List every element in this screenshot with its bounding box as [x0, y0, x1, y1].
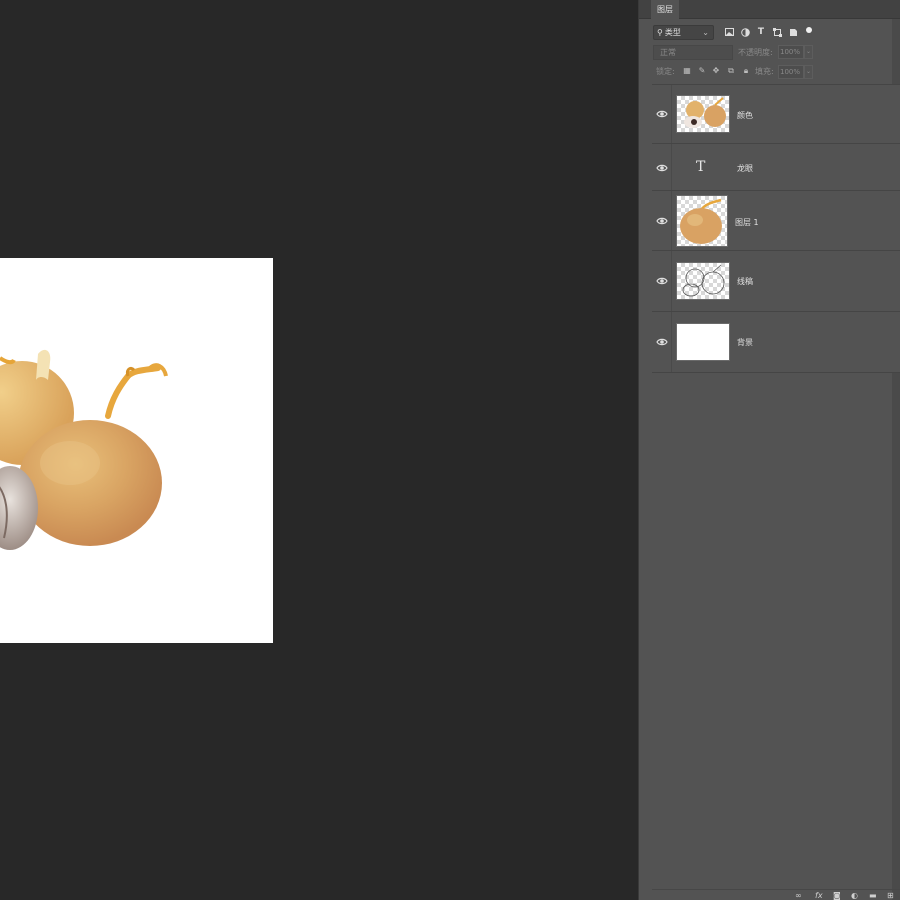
mask-icon[interactable]: ◙ — [833, 891, 841, 900]
opacity-dropdown-button[interactable]: ⌄ — [804, 45, 813, 59]
chevron-down-icon: ⌄ — [702, 28, 709, 37]
fill-dropdown-button[interactable]: ⌄ — [804, 65, 813, 79]
lock-artboard-icon[interactable]: ⧉ — [726, 66, 736, 76]
layer-thumbnail — [676, 95, 730, 133]
layer-row-lineart[interactable]: 线稿 — [652, 251, 900, 312]
opacity-label: 不透明度: — [738, 48, 773, 57]
layer-row-background[interactable]: 背景 — [652, 312, 900, 373]
tab-layers[interactable]: 图层 — [651, 0, 679, 19]
visibility-divider — [671, 251, 672, 311]
blend-mode-select[interactable]: 正常 — [653, 45, 733, 60]
canvas-workspace[interactable] — [0, 0, 638, 900]
fill-label: 填充: — [755, 67, 774, 76]
longan-artwork — [0, 349, 168, 550]
layer-name[interactable]: 龙眼 — [737, 163, 753, 174]
layer-name[interactable]: 图层 1 — [735, 217, 759, 228]
type-layer-icon: T — [696, 159, 706, 175]
document-canvas[interactable] — [0, 258, 273, 643]
new-layer-icon[interactable]: ⊞ — [887, 891, 894, 900]
layers-panel: 图层 ⚲ 类型 ⌄ T 正常 不透明度: 100% ⌄ 锁定: ▦ ✎ ✥ ⧉ — [638, 0, 900, 900]
adjustment-filter-icon[interactable] — [739, 26, 751, 38]
layer-row-layer1[interactable]: 图层 1 — [652, 191, 900, 251]
layer-thumbnail — [676, 195, 728, 247]
lock-label: 锁定: — [656, 67, 675, 76]
eye-icon[interactable] — [656, 337, 668, 347]
layer-row-type[interactable]: T 龙眼 — [652, 144, 900, 191]
image-filter-icon[interactable] — [723, 26, 735, 38]
layers-list: 颜色 T 龙眼 图层 1 线稿 背景 — [652, 84, 900, 373]
filter-kind-value: 类型 — [664, 28, 681, 37]
visibility-divider — [671, 144, 672, 190]
visibility-divider — [671, 191, 672, 250]
eye-icon[interactable] — [656, 216, 668, 226]
search-icon: ⚲ — [657, 28, 663, 37]
filter-kind-select[interactable]: ⚲ 类型 ⌄ — [653, 25, 714, 40]
smart-object-filter-icon[interactable] — [787, 26, 799, 38]
lock-image-pixels-icon[interactable]: ✎ — [697, 66, 707, 76]
toggle-filter-icon[interactable] — [803, 24, 815, 36]
type-filter-icon[interactable]: T — [755, 26, 767, 38]
layer-thumbnail — [676, 262, 730, 300]
adjustment-icon[interactable]: ◐ — [851, 891, 858, 900]
fill-input[interactable]: 100% — [778, 65, 804, 79]
layer-row-color[interactable]: 颜色 — [652, 85, 900, 144]
eye-icon[interactable] — [656, 276, 668, 286]
link-layers-icon[interactable]: ∞ — [795, 891, 802, 900]
fx-icon[interactable]: fx — [815, 891, 823, 900]
visibility-divider — [671, 85, 672, 143]
layer-name[interactable]: 背景 — [737, 337, 753, 348]
layer-name[interactable]: 颜色 — [737, 110, 753, 121]
panel-tab-bar: 图层 — [639, 0, 900, 19]
layer-name[interactable]: 线稿 — [737, 276, 753, 287]
layers-panel-footer: ∞ fx ◙ ◐ ▬ ⊞ — [652, 889, 900, 900]
lock-all-icon[interactable]: 🔒︎ — [741, 66, 751, 76]
visibility-divider — [671, 312, 672, 372]
eye-icon[interactable] — [656, 109, 668, 119]
layer-thumbnail — [676, 323, 730, 361]
group-folder-icon[interactable]: ▬ — [869, 891, 877, 900]
shape-filter-icon[interactable] — [771, 26, 783, 38]
eye-icon[interactable] — [656, 163, 668, 173]
lock-position-icon[interactable]: ✥ — [711, 66, 721, 76]
lock-transparent-pixels-icon[interactable]: ▦ — [682, 66, 692, 76]
opacity-input[interactable]: 100% — [778, 45, 804, 59]
